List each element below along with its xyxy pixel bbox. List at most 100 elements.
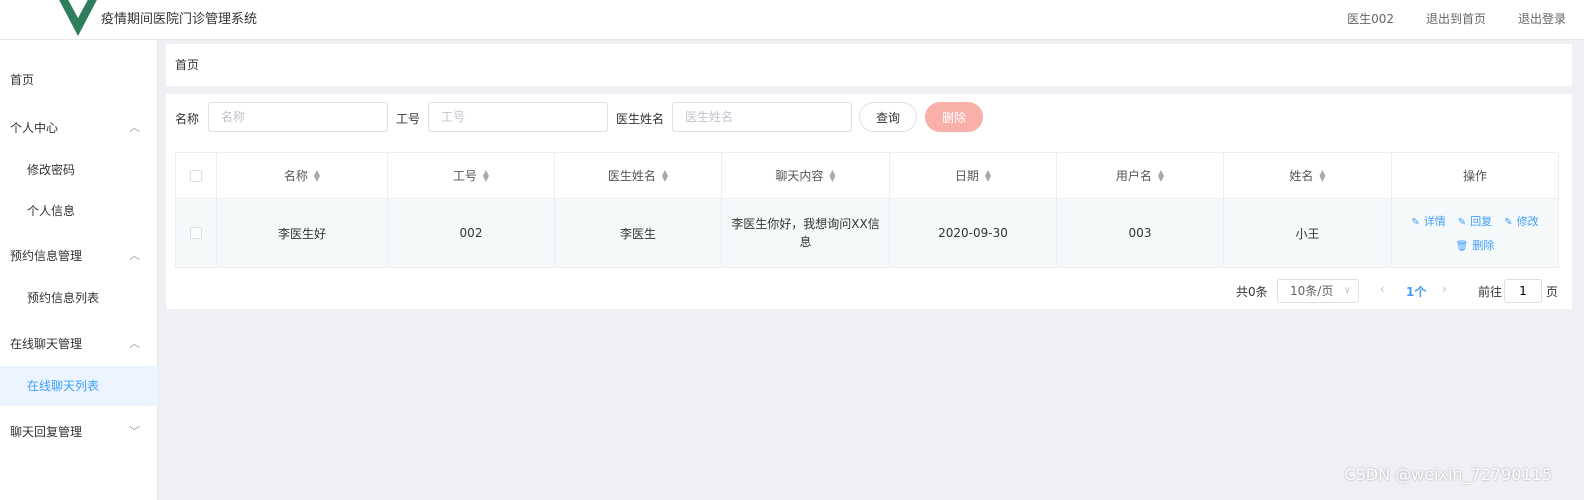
sidebar-item-label: 预约信息列表 [27,291,100,305]
edit-icon: ✎ [1457,217,1467,228]
sort-icon[interactable]: ▲ ▼ [314,168,320,182]
column-header[interactable]: 姓名 ▲ ▼ [1224,153,1392,198]
row-checkbox[interactable] [190,227,202,239]
goto-label: 前往 [1478,285,1503,299]
sidebar-item-personal-info[interactable]: 个人信息 [0,191,158,231]
edit-icon: ✎ [1504,217,1513,228]
sidebar-item-change-password[interactable]: 修改密码 [0,150,158,190]
chevron-up-icon: ︿ [129,337,140,350]
sort-icon[interactable]: ▲ ▼ [662,168,668,182]
cell-realname: 小王 [1224,199,1392,267]
next-page-button[interactable]: › [1442,282,1447,296]
row-checkbox-cell [176,199,217,267]
column-header-label: 操作 [1462,169,1487,183]
column-header-label: 医生姓名 [607,169,656,183]
sidebar-item-label: 聊天回复管理 [10,425,83,439]
cell-operations: ✎ 详情 ✎ 回复 ✎ 修改 🗑 删除 [1392,199,1558,267]
sort-icon[interactable]: ▲ ▼ [1158,168,1164,182]
content-panel: 名称 工号 医生姓名 查询 删除 名称 ▲▼ 工号 ▲▼ 医生姓名 ▲▼ 聊天内容 ▲▼… [166,94,1572,309]
column-header-label: 工号 [452,169,477,183]
sidebar-item-label: 在线聊天管理 [10,337,83,351]
header-checkbox-cell [176,153,217,198]
sidebar-item-home[interactable]: 首页 [0,60,158,100]
sidebar-item-chat-management[interactable]: 在线聊天管理 ︿ [0,324,158,364]
sidebar-item-label: 预约信息管理 [10,249,83,263]
sort-icon[interactable]: ▲ ▼ [1319,168,1325,182]
exit-to-home-link[interactable]: 退出到首页 [1426,10,1486,27]
name-input[interactable] [208,102,388,132]
trash-icon: 🗑 [1455,241,1469,252]
page-label: 页 [1546,285,1559,299]
app-logo [59,0,97,36]
column-header-label: 用户名 [1115,169,1152,183]
sidebar-item-label: 个人中心 [10,121,59,135]
prev-page-button[interactable]: ‹ [1380,282,1385,296]
breadcrumb-bar: 首页 [166,44,1572,86]
row-delete-button[interactable]: 🗑 删除 [1456,237,1495,253]
delete-button[interactable]: 删除 [925,102,983,132]
column-header-label: 聊天内容 [775,169,824,183]
edit-icon: ✎ [1411,217,1420,228]
data-table: 名称 ▲ ▼ 工号 ▲ ▼ 医生姓名 ▲ ▼ 聊天内容 ▲ ▼ 日期 ▲ ▼ 用户名 ▲ ▼ 姓名 ▲ ▼ … [175,152,1559,268]
chevron-down-icon: ∨ [1343,285,1351,296]
page-size-select[interactable]: 10条/页 ∨ [1277,279,1359,303]
doctor-name-input[interactable] [672,102,852,132]
column-header[interactable]: 用户名 ▲ ▼ [1057,153,1224,198]
column-header-label: 日期 [954,169,979,183]
breadcrumb[interactable]: 首页 [175,56,199,73]
cell-date: 2020-09-30 [890,199,1057,267]
sidebar-item-chat-list[interactable]: 在线聊天列表 [0,366,158,406]
query-button[interactable]: 查询 [859,102,917,132]
column-header[interactable]: 聊天内容 ▲ ▼ [722,153,890,198]
chevron-up-icon: ︿ [129,121,140,134]
id-input[interactable] [428,102,608,132]
table-header: 名称 ▲ ▼ 工号 ▲ ▼ 医生姓名 ▲ ▼ 聊天内容 ▲ ▼ 日期 ▲ ▼ 用户名 ▲ ▼ 姓名 ▲ ▼ … [176,153,1558,199]
sidebar-item-label: 在线聊天列表 [27,379,100,393]
cell-username: 003 [1057,199,1224,267]
reply-label: 回复 [1470,215,1493,228]
chevron-down-icon: ﹀ [129,425,140,438]
column-header-label: 姓名 [1289,169,1314,183]
sidebar: 首页 个人中心 ︿ 修改密码 个人信息 预约信息管理 ︿ 预约信息列表 在线聊天管理… [0,40,158,500]
column-header[interactable]: 日期 ▲ ▼ [890,153,1057,198]
sidebar-item-label: 首页 [10,73,35,87]
goto-page-input[interactable] [1504,279,1542,303]
chevron-up-icon: ︿ [129,249,140,262]
select-all-checkbox[interactable] [190,169,202,182]
column-header[interactable]: 医生姓名 ▲ ▼ [555,153,722,198]
sort-icon[interactable]: ▲ ▼ [829,168,835,182]
current-page-number[interactable]: 1个 [1406,283,1426,300]
edit-button[interactable]: ✎ 修改 [1504,213,1538,229]
search-form: 名称 工号 医生姓名 查询 删除 [166,102,1572,132]
sidebar-item-appointment-list[interactable]: 预约信息列表 [0,278,158,318]
column-header[interactable]: 工号 ▲ ▼ [388,153,555,198]
chat-content-text: 李医生你好，我想询问XX信息 [731,217,880,249]
reply-button[interactable]: ✎ 回复 [1458,213,1492,229]
cell-chat-content: 李医生你好，我想询问XX信息 [722,199,890,267]
logout-link[interactable]: 退出登录 [1518,10,1566,27]
sidebar-item-personal-center[interactable]: 个人中心 ︿ [0,108,158,148]
sort-icon[interactable]: ▲ ▼ [483,168,489,182]
name-label: 名称 [175,112,200,126]
sort-icon[interactable]: ▲ ▼ [985,168,991,182]
detail-button[interactable]: ✎ 详情 [1411,213,1445,229]
cell-id: 002 [388,199,555,267]
column-header: 操作 [1392,153,1558,198]
row-actions-line: ✎ 详情 ✎ 回复 ✎ 修改 [1411,213,1538,229]
table-row: 李医生好 002 李医生 李医生你好，我想询问XX信息 2020-09-30 0… [176,199,1558,267]
doctor-name-label: 医生姓名 [616,112,665,126]
cell-name: 李医生好 [217,199,388,267]
column-header[interactable]: 名称 ▲ ▼ [217,153,388,198]
sidebar-item-appointment-management[interactable]: 预约信息管理 ︿ [0,236,158,276]
app-title: 疫情期间医院门诊管理系统 [101,12,258,27]
sidebar-item-label: 个人信息 [27,204,76,218]
pagination: 共0条 10条/页 ∨ ‹ 1个 › 前往 页 [166,279,1572,303]
edit-label: 修改 [1516,215,1539,228]
detail-label: 详情 [1423,215,1446,228]
current-user[interactable]: 医生002 [1347,10,1394,27]
cell-doctor-name: 李医生 [555,199,722,267]
header-actions: 医生002 退出到首页 退出登录 [1347,10,1566,27]
sidebar-item-chat-reply-management[interactable]: 聊天回复管理 ﹀ [0,412,158,452]
id-label: 工号 [396,112,421,126]
total-count: 共0条 [1236,285,1268,299]
